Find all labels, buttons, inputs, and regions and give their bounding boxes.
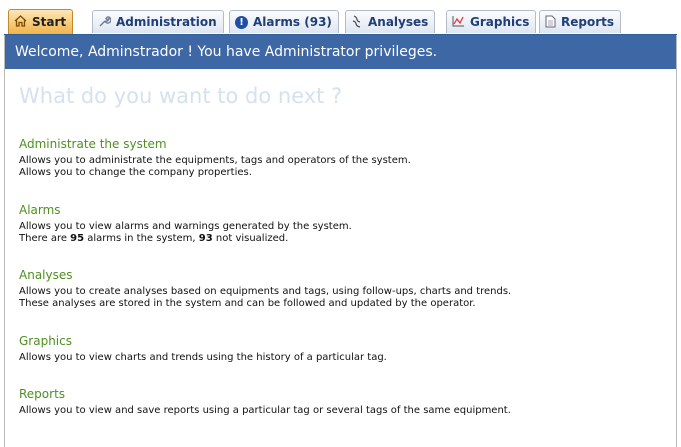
section-alarms: Alarms Allows you to view alarms and war… — [19, 202, 352, 245]
tab-label: Alarms (93) — [253, 15, 332, 29]
document-icon — [545, 15, 556, 30]
tab-label: Start — [32, 15, 67, 29]
section-graphics: Graphics Allows you to view charts and t… — [19, 333, 387, 364]
tab-administration[interactable]: Administration — [92, 10, 224, 33]
section-title[interactable]: Administrate the system — [19, 136, 411, 152]
tab-alarms[interactable]: ! Alarms (93) — [229, 10, 339, 33]
tab-label: Analyses — [368, 15, 429, 29]
tab-start[interactable]: Start — [8, 9, 74, 34]
section-title[interactable]: Analyses — [19, 267, 511, 283]
section-title[interactable]: Reports — [19, 386, 511, 402]
alarm-icon: ! — [235, 15, 248, 29]
section-reports: Reports Allows you to view and save repo… — [19, 386, 511, 417]
unseen-alarms-count: 93 — [198, 233, 213, 244]
tab-bar: Start Administration ! Alarms (93) Analy… — [4, 4, 677, 35]
section-analyses: Analyses Allows you to create analyses b… — [19, 267, 511, 310]
section-description: Allows you to create analyses based on e… — [19, 286, 512, 309]
home-icon — [14, 15, 27, 29]
tab-label: Graphics — [470, 15, 530, 29]
page-heading: What do you want to do next ? — [19, 84, 343, 108]
total-alarms-count: 95 — [70, 233, 85, 244]
tab-reports[interactable]: Reports — [539, 10, 622, 33]
section-description: Allows you to view charts and trends usi… — [19, 352, 387, 363]
tab-label: Administration — [116, 15, 217, 29]
tab-label: Reports — [561, 15, 615, 29]
welcome-banner: Welcome, Adminstrador ! You have Adminis… — [5, 35, 676, 69]
analyses-icon — [351, 14, 363, 30]
wrench-icon — [98, 15, 112, 30]
tab-analyses[interactable]: Analyses — [345, 10, 436, 33]
section-administrate: Administrate the system Allows you to ad… — [19, 136, 411, 179]
section-description: Allows you to view alarms and warnings g… — [19, 221, 352, 244]
tab-graphics[interactable]: Graphics — [446, 10, 537, 33]
section-description: Allows you to administrate the equipment… — [19, 155, 411, 178]
section-description: Allows you to view and save reports usin… — [19, 405, 511, 416]
chart-icon — [452, 15, 465, 29]
section-title[interactable]: Graphics — [19, 333, 387, 349]
section-title[interactable]: Alarms — [19, 202, 352, 218]
